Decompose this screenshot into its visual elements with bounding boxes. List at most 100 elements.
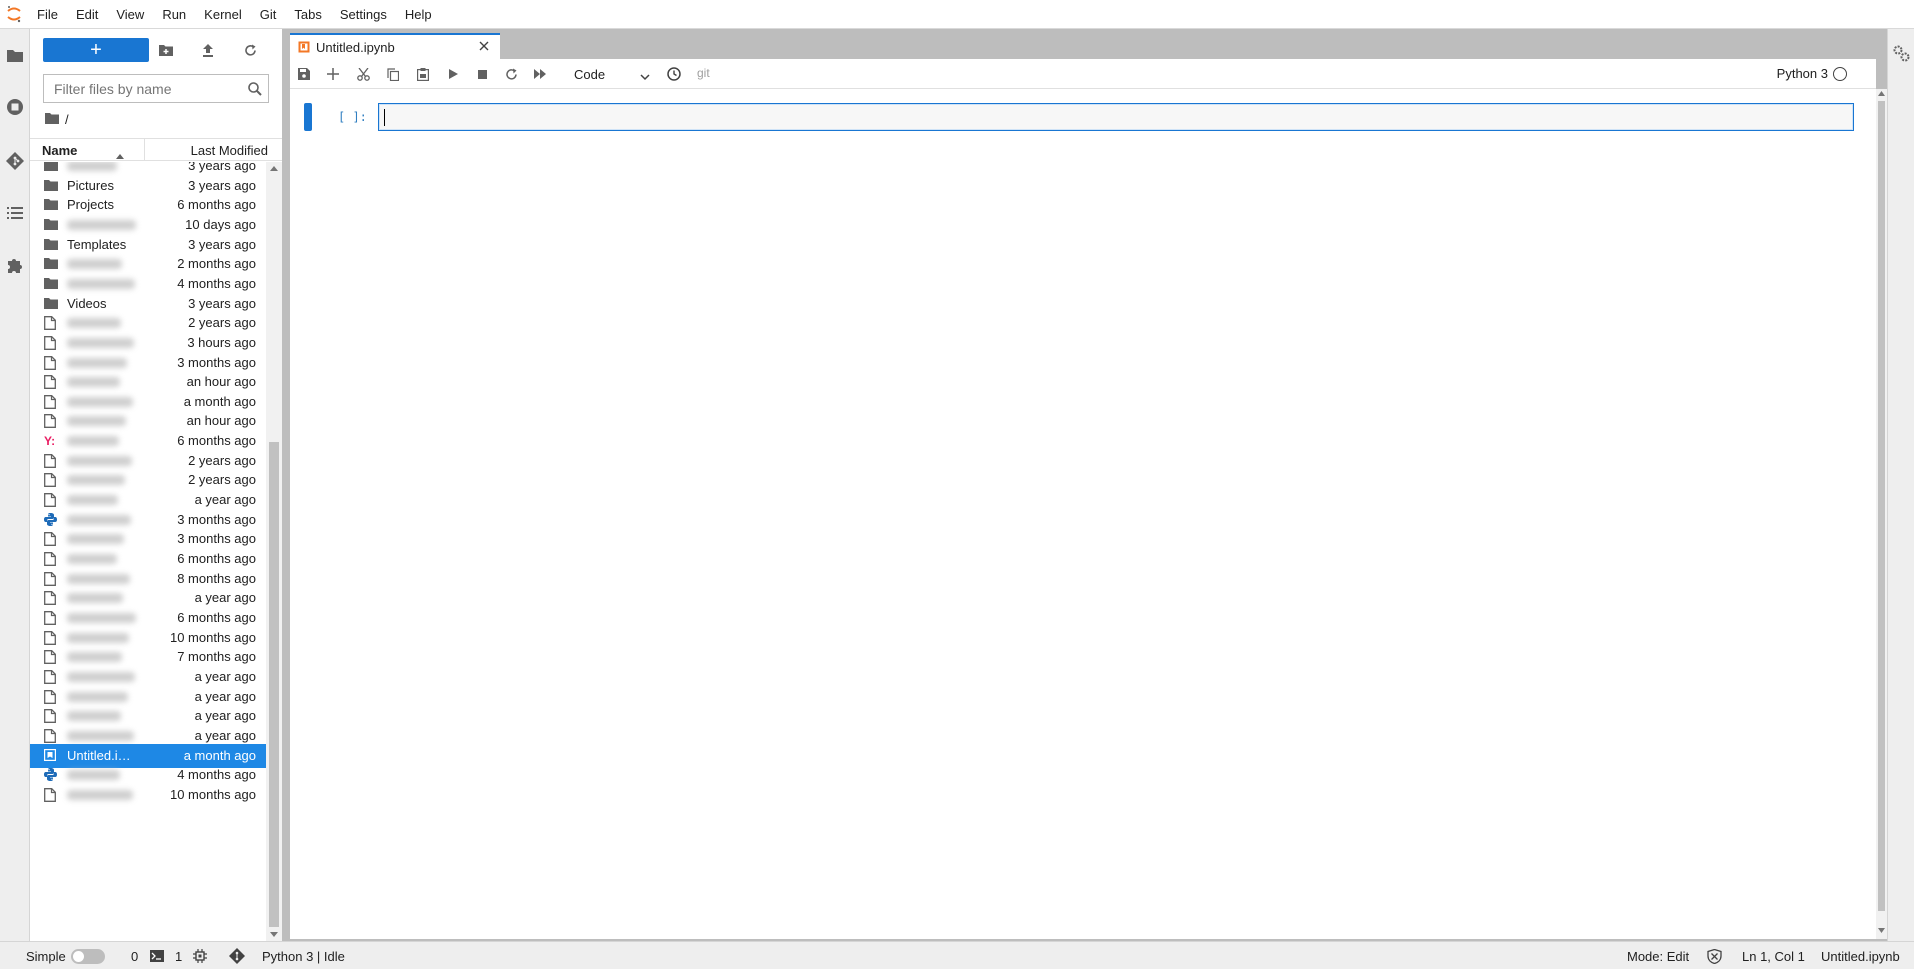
terminals-count[interactable]: 0 [131, 949, 138, 964]
file-list-scrollbar[interactable] [266, 162, 282, 941]
kernel-status-text[interactable]: Python 3 | Idle [262, 949, 345, 964]
menu-view[interactable]: View [107, 0, 153, 29]
tab-untitled-notebook[interactable]: Untitled.ipynb [290, 33, 500, 59]
folder-icon [44, 297, 58, 311]
restart-kernel-icon[interactable] [501, 65, 521, 83]
refresh-icon[interactable] [238, 38, 262, 62]
redacted-name-blur [67, 475, 125, 486]
simple-mode-label: Simple [26, 949, 66, 964]
cell-editor[interactable] [378, 103, 1854, 131]
cell-input-prompt: [ ]: [338, 110, 367, 124]
file-browser: + / Name Last Modified 3 years agoPi [30, 29, 296, 941]
column-divider[interactable] [144, 139, 145, 160]
search-icon [247, 81, 263, 97]
scroll-up-icon[interactable] [270, 166, 278, 171]
file-modified-date: a month ago [183, 393, 256, 409]
sort-ascending-icon [116, 147, 124, 162]
file-modified-date: 4 months ago [177, 767, 256, 783]
menu-tabs[interactable]: Tabs [285, 0, 330, 29]
scrollbar-thumb[interactable] [269, 442, 279, 927]
menu-edit[interactable]: Edit [67, 0, 107, 29]
scroll-down-icon[interactable] [1878, 928, 1885, 933]
breadcrumb-root[interactable]: / [65, 112, 69, 127]
fast-forward-icon[interactable] [530, 65, 550, 83]
file-modified-date: 3 years ago [188, 162, 256, 173]
new-folder-icon[interactable] [154, 38, 178, 62]
upload-icon[interactable] [196, 38, 220, 62]
chevron-down-icon [640, 69, 650, 84]
cursor-position[interactable]: Ln 1, Col 1 [1742, 949, 1805, 964]
code-cell[interactable]: [ ]: [304, 103, 1854, 133]
copy-icon[interactable] [383, 65, 403, 83]
file-icon [44, 591, 58, 606]
git-diff-button[interactable]: git [697, 66, 710, 80]
file-modified-date: 2 years ago [188, 452, 256, 468]
tab-bar: Untitled.ipynb [288, 29, 1887, 59]
kernel-chip-icon[interactable] [193, 949, 207, 966]
redacted-name-blur [67, 691, 128, 702]
jupyter-logo-icon [0, 0, 28, 29]
mode-indicator: Mode: Edit [1627, 949, 1690, 964]
file-icon [44, 650, 58, 665]
right-activity-bar [1887, 29, 1914, 941]
file-icon [44, 532, 58, 547]
menu-run[interactable]: Run [153, 0, 195, 29]
save-icon[interactable] [294, 65, 314, 83]
shield-icon[interactable] [1707, 948, 1722, 967]
notebook-toolbar: Code git Python 3 [290, 59, 1876, 89]
redacted-name-blur [67, 711, 121, 722]
file-row[interactable]: 10 months ago [30, 783, 266, 807]
scroll-up-icon[interactable] [1878, 91, 1885, 96]
python-icon [44, 768, 58, 782]
run-icon[interactable] [443, 65, 463, 83]
redacted-name-blur [67, 770, 120, 781]
menu-git[interactable]: Git [251, 0, 286, 29]
property-inspector-icon[interactable] [1893, 45, 1910, 65]
table-of-contents-icon[interactable] [3, 201, 27, 225]
menu-settings[interactable]: Settings [331, 0, 396, 29]
column-header-name[interactable]: Name [42, 143, 77, 158]
file-modified-date: a year ago [194, 668, 256, 684]
file-icon [44, 493, 58, 507]
notebook-scrollbar[interactable] [1876, 89, 1887, 939]
stop-icon[interactable] [472, 65, 492, 83]
menu-kernel[interactable]: Kernel [195, 0, 251, 29]
file-modified-date: a year ago [194, 708, 256, 724]
simple-mode-toggle[interactable] [71, 949, 105, 964]
file-modified-date: 2 years ago [188, 472, 256, 488]
file-modified-date: 2 years ago [188, 315, 256, 331]
file-icon [44, 728, 58, 743]
file-modified-date: 4 months ago [177, 275, 256, 291]
close-icon[interactable] [478, 40, 492, 54]
menu-help[interactable]: Help [396, 0, 441, 29]
add-cell-icon[interactable] [323, 65, 343, 83]
clock-icon[interactable] [664, 65, 684, 83]
kernels-count[interactable]: 1 [175, 949, 182, 964]
running-sessions-icon[interactable] [3, 95, 27, 119]
git-icon[interactable] [3, 149, 27, 173]
menu-file[interactable]: File [28, 0, 67, 29]
redacted-name-blur [67, 534, 124, 545]
scroll-down-icon[interactable] [270, 932, 278, 937]
terminal-icon[interactable] [150, 950, 164, 965]
filter-files-input[interactable] [44, 75, 240, 102]
folder-icon[interactable] [45, 112, 59, 127]
redacted-name-blur [67, 377, 120, 388]
cell-type-dropdown[interactable]: Code [572, 63, 652, 85]
cell-collapser[interactable] [304, 103, 312, 131]
file-modified-date: 7 months ago [177, 649, 256, 665]
redacted-name-blur [67, 671, 135, 682]
cell-type-value: Code [574, 66, 606, 82]
file-modified-date: 3 months ago [177, 531, 256, 547]
file-modified-date: 3 years ago [188, 295, 256, 311]
kernel-name[interactable]: Python 3 [1777, 66, 1828, 81]
cut-icon[interactable] [353, 65, 373, 83]
new-launcher-button[interactable]: + [43, 38, 149, 62]
column-header-last-modified[interactable]: Last Modified [191, 143, 268, 158]
git-status-icon[interactable] [229, 948, 245, 967]
folder-icon[interactable] [3, 43, 27, 67]
paste-icon[interactable] [413, 65, 433, 83]
breadcrumb: / [45, 109, 69, 129]
extension-manager-icon[interactable] [3, 253, 27, 277]
scrollbar-thumb[interactable] [1878, 101, 1885, 911]
